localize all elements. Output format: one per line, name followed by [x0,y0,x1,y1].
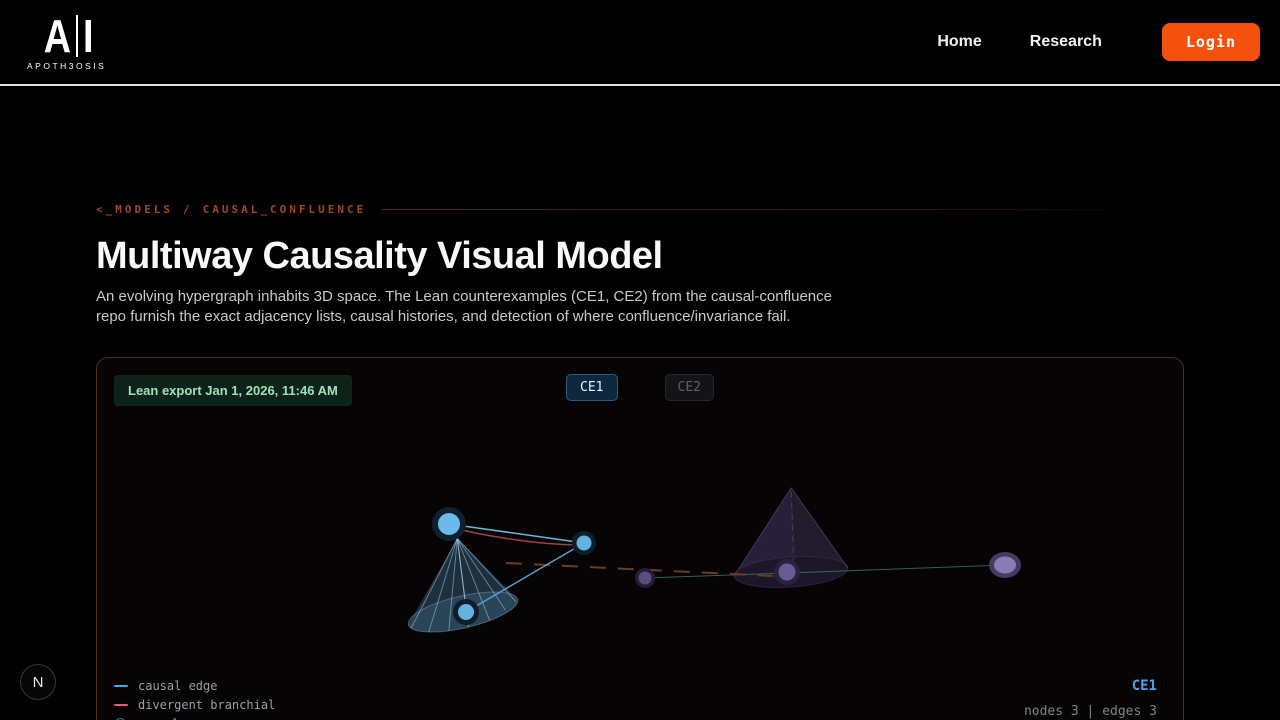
breadcrumb: <_MODELS / CAUSAL_CONFLUENCE [96,203,1184,216]
login-button[interactable]: Login [1162,23,1260,61]
legend-item-causal-cone: causal cone [114,714,275,720]
hypergraph-3d-canvas[interactable] [97,358,1183,720]
legend-label: divergent branchial [138,698,275,712]
ce1-node-3[interactable] [453,599,479,625]
logo-subtitle: APOTH3OSIS [27,61,106,71]
stats-ce-title: CE1 [993,678,1157,694]
breadcrumb-current: CAUSAL_CONFLUENCE [203,203,367,216]
site-header: A I APOTH3OSIS Home Research Login [0,0,1280,86]
page-description: An evolving hypergraph inhabits 3D space… [96,287,846,327]
blue-causal-cone [392,528,521,640]
apoth3osis-logo[interactable]: A I APOTH3OSIS [27,13,106,71]
ce2-node-3[interactable] [989,552,1021,578]
ce1-node-2[interactable] [572,531,596,555]
breadcrumb-models-link[interactable]: <_MODELS [96,203,173,216]
ce2-node-1[interactable] [635,568,655,588]
legend-item-causal-edge: causal edge [114,676,275,695]
causal-viz-panel: Lean export Jan 1, 2026, 11:46 AM CE1 CE… [96,357,1184,720]
page-title: Multiway Causality Visual Model [96,234,1184,278]
logo-ai-mark: A I [41,13,93,59]
divergent-branchial-edge [449,527,584,545]
breadcrumb-separator: / [183,203,193,216]
viz-stats: CE1 nodes 3 | edges 3 branchial 1 | dept… [993,678,1157,720]
logo-letter-i: I [83,14,92,58]
ce2-node-2[interactable] [774,559,800,585]
nav-link-research[interactable]: Research [1030,33,1102,51]
breadcrumb-rule [382,209,1184,210]
legend-label: causal cone [136,717,215,720]
logo-divider [76,15,78,57]
logo-letter-a: A [43,14,69,58]
legend-label: causal edge [138,679,217,693]
viz-legend: causal edge divergent branchial causal c… [114,676,275,720]
nextjs-n-icon: N [33,674,44,691]
main-nav: Home Research Login [937,23,1260,61]
main-content: <_MODELS / CAUSAL_CONFLUENCE Multiway Ca… [0,203,1280,720]
legend-item-divergent-branchial: divergent branchial [114,695,275,714]
stats-nodes-edges: nodes 3 | edges 3 [993,701,1157,720]
causal-edge-swatch [114,685,128,687]
ce1-node-1[interactable] [432,507,466,541]
nextjs-dev-button[interactable]: N [20,664,56,700]
divergent-branchial-swatch [114,704,128,706]
nav-link-home[interactable]: Home [937,33,981,51]
